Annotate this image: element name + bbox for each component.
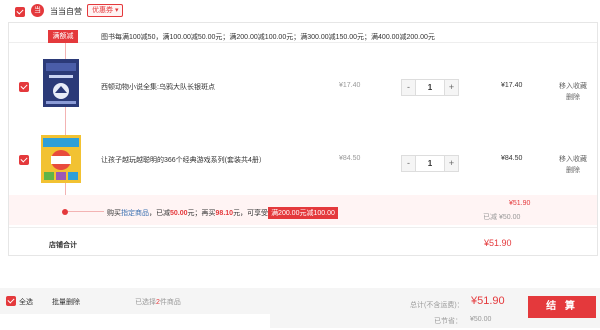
promo-total: ¥51.90 (509, 200, 531, 207)
selected-suffix: 件商品 (159, 299, 181, 306)
checkout-button[interactable]: 结 算 (528, 296, 596, 318)
footer-right-panel: 总计(不含运费)： ¥51.90 已节省： ¥50.00 结 算 (270, 288, 600, 328)
delete-link[interactable]: 删除 (559, 92, 587, 103)
promo-reduced-label: ，已减 (149, 210, 170, 217)
timeline-connector (68, 211, 104, 212)
item-checkbox[interactable] (19, 82, 29, 92)
batch-delete-button[interactable]: 批量删除 (52, 297, 80, 307)
select-all-checkbox[interactable] (6, 296, 16, 306)
quantity-increase-button[interactable]: + (444, 80, 458, 95)
item-actions: 移入收藏 删除 (559, 154, 587, 176)
grand-total-label: 总计(不含运费)： (410, 302, 464, 309)
move-to-favorites-link[interactable]: 移入收藏 (559, 81, 587, 92)
item-title[interactable]: 西顿动物小说全集:乌鸦大队长银斑点 (101, 82, 215, 92)
quantity-input[interactable]: 1 (416, 80, 444, 95)
quantity-stepper: - 1 + (401, 155, 459, 172)
book-cover-image[interactable] (43, 59, 79, 107)
quantity-decrease-button[interactable]: - (402, 80, 416, 95)
book-cover-image[interactable] (41, 135, 81, 183)
item-subtotal: ¥84.50 (501, 155, 523, 162)
quantity-stepper: - 1 + (401, 79, 459, 96)
shop-logo-icon: 当 (31, 4, 44, 17)
grand-total-value: ¥51.90 (471, 295, 505, 307)
quantity-increase-button[interactable]: + (444, 156, 458, 171)
cart-item-row: 让孩子越玩越聪明的366个经典游戏系列(套装共4册） ¥84.50 - 1 + … (9, 125, 597, 195)
promo-tail-text: 元，可享受 (233, 210, 269, 217)
item-unit-price: ¥84.50 (339, 155, 361, 162)
item-checkbox[interactable] (19, 155, 29, 165)
shop-checkbox[interactable] (15, 7, 25, 17)
promo-summary-prefix: 购买 (107, 210, 121, 217)
item-actions: 移入收藏 删除 (559, 81, 587, 103)
chevron-down-icon: ▾ (114, 7, 119, 14)
shop-total-value: ¥51.90 (484, 238, 512, 248)
item-unit-price: ¥17.40 (339, 82, 361, 89)
selected-count-text: 已选择2件商品 (135, 297, 181, 307)
shop-total-label: 店铺合计 (49, 242, 77, 249)
quantity-input[interactable]: 1 (416, 156, 444, 171)
promo-badge[interactable]: 满200.00元减100.00 (268, 207, 338, 219)
shop-name[interactable]: 当当自营 (50, 6, 82, 17)
move-to-favorites-link[interactable]: 移入收藏 (559, 154, 587, 165)
selected-prefix: 已选择 (135, 299, 156, 306)
promo-saved: 已减 ¥50.00 (483, 214, 521, 221)
coupon-button[interactable]: 优惠券 ▾ (87, 4, 124, 17)
coupon-label: 优惠券 (92, 7, 113, 14)
promo-rebuy-value: 98.10 (215, 210, 234, 217)
designated-items-link[interactable]: 指定商品 (121, 210, 149, 217)
shop-total-row: 店铺合计 ¥51.90 (9, 227, 597, 257)
item-subtotal: ¥17.40 (501, 82, 523, 89)
select-all-label[interactable]: 全选 (19, 297, 33, 307)
quantity-decrease-button[interactable]: - (402, 156, 416, 171)
promo-reduced-value: 50.00 (170, 210, 188, 217)
promo-rebuy-label: 元；再买 (187, 210, 216, 217)
cart-item-row: 西顿动物小说全集:乌鸦大队长银斑点 ¥17.40 - 1 + ¥17.40 移入… (9, 45, 597, 125)
timeline-dot-icon (62, 209, 68, 215)
promo-summary-row: 购买指定商品，已减50.00元；再买98.10元，可享受 满200.00元减100… (9, 195, 597, 225)
promo-rule-text: 图书每满100减50，满100.00减50.00元；满200.00减100.00… (101, 34, 435, 41)
saved-label: 已节省： (434, 318, 462, 325)
promo-summary-text: 购买指定商品，已减50.00元；再买98.10元，可享受 满200.00元减100… (107, 207, 338, 219)
cart-shop-card: 满额减 图书每满100减50，满100.00减50.00元；满200.00减10… (8, 22, 598, 256)
promo-bar: 满额减 图书每满100减50，满100.00减50.00元；满200.00减10… (9, 23, 597, 43)
item-title[interactable]: 让孩子越玩越聪明的366个经典游戏系列(套装共4册） (101, 155, 266, 165)
checkout-footer: 全选 批量删除 已选择2件商品 总计(不含运费)： ¥51.90 已节省： ¥5… (0, 288, 600, 328)
saved-value: ¥50.00 (470, 316, 492, 323)
footer-left-panel: 全选 批量删除 已选择2件商品 (0, 288, 270, 314)
delete-link[interactable]: 删除 (559, 165, 587, 176)
promo-tag: 满额减 (48, 30, 78, 43)
